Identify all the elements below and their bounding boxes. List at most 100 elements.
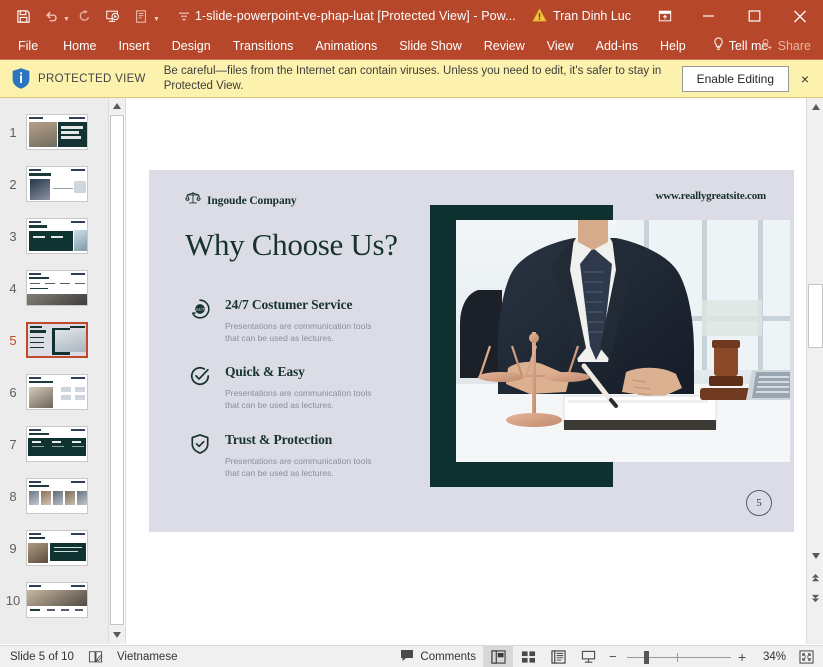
scales-of-justice-icon [185, 190, 201, 211]
thumbnail-number: 6 [0, 385, 26, 400]
fit-to-window-button[interactable] [792, 646, 823, 667]
slide-thumbnail-10[interactable]: 10 [0, 574, 108, 626]
redo-icon[interactable] [72, 4, 98, 28]
tab-add-ins[interactable]: Add-ins [585, 32, 649, 60]
slide-feature-1: 24/7 24/7 Costumer Service Presentations… [189, 297, 385, 344]
slide-thumbnail-5[interactable]: 5 [0, 314, 108, 366]
close-icon[interactable]: × [797, 71, 813, 87]
comments-button[interactable]: Comments [393, 646, 483, 667]
undo-icon[interactable] [38, 4, 64, 28]
zoom-slider-handle[interactable] [644, 651, 649, 664]
status-bar: Slide 5 of 10 Vietnamese Comments − [0, 645, 823, 667]
thumbnail-preview-selected[interactable] [26, 322, 88, 358]
zoom-slider-track [627, 657, 731, 658]
thumbnail-number: 7 [0, 437, 26, 452]
thumbnail-preview[interactable] [26, 218, 88, 254]
tab-insert[interactable]: Insert [108, 32, 161, 60]
powerpoint-window: ▼ ▼ 1-slide-powerpoint-ve-phap-luat [Pro… [0, 0, 823, 667]
slide-thumbnail-2[interactable]: 2 [0, 158, 108, 210]
thumbnail-pane-scrollbar[interactable] [108, 98, 124, 644]
scroll-up-icon[interactable] [109, 98, 125, 114]
share-label: Share [778, 39, 811, 53]
thumbnail-number: 9 [0, 541, 26, 556]
info-shield-icon [10, 67, 32, 90]
slide-thumbnail-pane[interactable]: 1 2 3 [0, 98, 108, 644]
spelling-language-icon[interactable] [81, 646, 110, 667]
slide-sorter-view-button[interactable] [513, 646, 543, 667]
feature-body: Presentations are communication tools th… [225, 320, 385, 344]
thumbnail-number: 1 [0, 125, 26, 140]
maximize-button[interactable] [731, 0, 777, 32]
slide-thumbnail-8[interactable]: 8 [0, 470, 108, 522]
tab-file[interactable]: File [0, 32, 52, 60]
slide-editor-area: Ingoude Company www.reallygreatsite.com … [125, 98, 798, 644]
thumbnail-number: 8 [0, 489, 26, 504]
thumbnail-preview[interactable] [26, 478, 88, 514]
tab-animations[interactable]: Animations [304, 32, 388, 60]
next-slide-icon[interactable] [807, 590, 823, 607]
reading-view-button[interactable] [543, 646, 573, 667]
zoom-controls: − + 34% [603, 649, 792, 665]
presenter-view-icon[interactable] [128, 4, 154, 28]
scrollbar-thumb[interactable] [110, 115, 124, 625]
language-indicator[interactable]: Vietnamese [110, 646, 185, 667]
slide-counter[interactable]: Slide 5 of 10 [0, 646, 81, 667]
slide-photo[interactable] [456, 220, 790, 462]
zoom-in-button[interactable]: + [738, 649, 749, 665]
slide-area-scrollbar[interactable] [806, 98, 823, 644]
user-name: Tran Dinh Luc [553, 9, 631, 23]
scroll-up-icon[interactable] [807, 98, 823, 115]
thumbnail-preview[interactable] [26, 426, 88, 462]
normal-view-button[interactable] [483, 646, 513, 667]
tab-view[interactable]: View [536, 32, 585, 60]
tab-help[interactable]: Help [649, 32, 697, 60]
close-button[interactable] [777, 0, 823, 32]
account-info[interactable]: Tran Dinh Luc [532, 8, 631, 25]
tab-review[interactable]: Review [473, 32, 536, 60]
share-button[interactable]: Share [760, 38, 811, 54]
presenter-view-dropdown-icon[interactable]: ▼ [153, 16, 160, 23]
protected-view-message: Be careful—files from the Internet can c… [164, 64, 674, 94]
thumbnail-preview[interactable] [26, 582, 88, 618]
thumbnail-preview[interactable] [26, 530, 88, 566]
tab-home[interactable]: Home [52, 32, 107, 60]
slide-thumbnail-1[interactable]: 1 [0, 106, 108, 158]
customize-quick-access-toolbar-icon[interactable] [171, 4, 197, 28]
zoom-slider[interactable] [627, 651, 731, 663]
scroll-down-icon[interactable] [807, 547, 823, 564]
start-from-beginning-icon[interactable] [100, 4, 126, 28]
shield-check-icon [189, 432, 212, 479]
thumbnail-preview[interactable] [26, 374, 88, 410]
warning-triangle-icon [532, 8, 547, 25]
zoom-out-button[interactable]: − [609, 649, 620, 664]
thumbnail-preview[interactable] [26, 114, 88, 150]
minimize-button[interactable] [685, 0, 731, 32]
slide-logo: Ingoude Company [185, 190, 297, 211]
protected-view-bar: PROTECTED VIEW Be careful—files from the… [0, 60, 823, 98]
current-slide[interactable]: Ingoude Company www.reallygreatsite.com … [149, 170, 794, 532]
ribbon-display-options-icon[interactable] [645, 0, 685, 32]
slide-show-view-button[interactable] [573, 646, 603, 667]
previous-slide-icon[interactable] [807, 570, 823, 587]
scroll-down-icon[interactable] [109, 627, 125, 643]
slide-thumbnail-6[interactable]: 6 [0, 366, 108, 418]
slide-thumbnail-3[interactable]: 3 [0, 210, 108, 262]
thumbnail-preview[interactable] [26, 166, 88, 202]
slide-thumbnail-9[interactable]: 9 [0, 522, 108, 574]
thumbnail-number: 5 [0, 333, 26, 348]
feature-body: Presentations are communication tools th… [225, 387, 385, 411]
slide-thumbnail-4[interactable]: 4 [0, 262, 108, 314]
tab-transitions[interactable]: Transitions [222, 32, 305, 60]
thumbnail-preview[interactable] [26, 270, 88, 306]
tab-design[interactable]: Design [161, 32, 222, 60]
enable-editing-button[interactable]: Enable Editing [682, 66, 789, 92]
zoom-percentage[interactable]: 34% [756, 651, 786, 663]
slide-logo-text: Ingoude Company [207, 195, 297, 207]
undo-dropdown-icon[interactable]: ▼ [63, 16, 70, 23]
slide-thumbnail-7[interactable]: 7 [0, 418, 108, 470]
tab-slide-show[interactable]: Slide Show [388, 32, 473, 60]
lightbulb-icon [713, 37, 724, 54]
scrollbar-thumb[interactable] [808, 284, 823, 348]
save-icon[interactable] [10, 4, 36, 28]
feature-body: Presentations are communication tools th… [225, 455, 385, 479]
